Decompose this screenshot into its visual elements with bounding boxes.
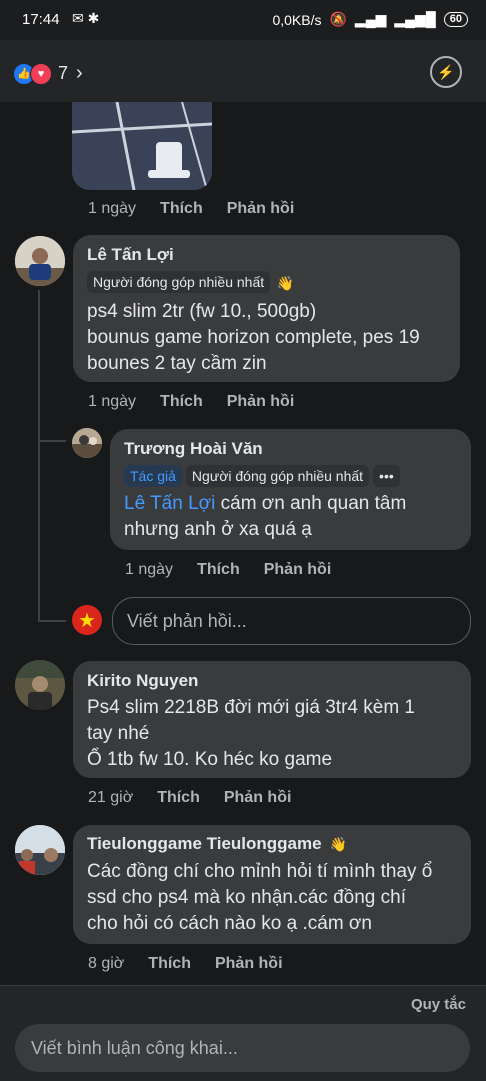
comment-placeholder: Viết bình luận công khai... xyxy=(31,1037,238,1058)
comment-bubble[interactable]: Lê Tấn Lợi Người đóng góp nhiều nhất 👋 p… xyxy=(73,235,460,382)
avatar[interactable] xyxy=(15,236,65,286)
commenter-name[interactable]: Tieulonggame Tieulonggame xyxy=(87,834,322,854)
thread-connector xyxy=(38,440,66,442)
avatar-image xyxy=(15,660,65,710)
image-content xyxy=(72,102,212,190)
top-contributor-badge: Người đóng góp nhiều nhất xyxy=(87,271,271,293)
author-badge: Tác giả xyxy=(124,465,182,487)
reply-bubble[interactable]: Trương Hoài Văn Tác giả Người đóng góp n… xyxy=(110,429,471,550)
reactions-summary[interactable]: 👍 ♥ 7 › xyxy=(13,62,83,85)
top-contributor-badge: Người đóng góp nhiều nhất xyxy=(185,465,370,487)
wave-icon: 👋 xyxy=(274,271,297,294)
like-button[interactable]: Thích xyxy=(197,561,240,579)
like-button[interactable]: Thích xyxy=(160,393,203,411)
comment-text-line: Ổ 1tb fw 10. Ko héc ko game xyxy=(87,749,333,770)
commenter-name[interactable]: Trương Hoài Văn xyxy=(124,439,263,459)
avatar[interactable] xyxy=(15,660,65,710)
comment-text-line: Ps4 slim 2218B đời mới giá 3tr4 kèm 1 xyxy=(87,697,415,718)
notification-icon: ✉ ✱ xyxy=(72,10,100,26)
comment-time: 1 ngày xyxy=(88,393,137,410)
comment-meta: 1 ngày Thích Phản hồi xyxy=(125,561,331,579)
more-icon[interactable]: ••• xyxy=(373,465,400,487)
comment-text-line: ps4 slim 2tr (fw 10., 500gb) xyxy=(87,301,317,322)
comment-input[interactable]: Viết bình luận công khai... xyxy=(15,1024,470,1072)
signal-icon: ▂▄▆ xyxy=(354,11,387,27)
status-bar: 17:44 ✉ ✱ 0,0KB/s 🔕 ▂▄▆ ▂▄▆█ 60 xyxy=(0,0,486,40)
comment-image-attachment[interactable] xyxy=(72,102,212,190)
mention-link[interactable]: Lê Tấn Lợi xyxy=(124,493,215,514)
like-button[interactable]: Thích xyxy=(160,200,203,218)
thread-connector xyxy=(38,620,66,622)
messenger-icon[interactable]: ⚡ xyxy=(430,56,462,88)
reply-button[interactable]: Phản hồi xyxy=(227,200,295,218)
comment-text-line: Các đồng chí cho mỉnh hỏi tí mình thay ổ xyxy=(87,861,433,882)
comment-text-line: tay nhé xyxy=(87,723,150,744)
like-button[interactable]: Thích xyxy=(148,955,191,973)
vietnam-flag-avatar-icon: ★ xyxy=(72,605,102,635)
avatar[interactable] xyxy=(15,825,65,875)
avatar-image xyxy=(15,825,65,875)
comment-text-line: bounus game horizon complete, pes 19 xyxy=(87,327,420,348)
reaction-count: 7 xyxy=(58,63,69,83)
comment-meta: 21 giờ Thích Phản hồi xyxy=(88,789,291,807)
like-button[interactable]: Thích xyxy=(157,789,200,807)
avatar-image xyxy=(72,428,102,458)
reply-button[interactable]: Phản hồi xyxy=(264,561,332,579)
reply-input[interactable]: Viết phản hồi... xyxy=(112,597,471,645)
reply-placeholder: Viết phản hồi... xyxy=(127,610,247,631)
status-time: 17:44 xyxy=(22,11,60,28)
comment-meta: 8 giờ Thích Phản hồi xyxy=(88,955,283,973)
thread-line xyxy=(38,290,40,620)
comment-bubble[interactable]: Tieulonggame Tieulonggame 👋 Các đồng chí… xyxy=(73,825,471,944)
comment-text-line: ssd cho ps4 mà ko nhận.các đồng chí xyxy=(87,887,406,908)
chevron-right-icon: › xyxy=(76,62,83,84)
avatar-image xyxy=(15,236,65,286)
reply-button[interactable]: Phản hồi xyxy=(227,393,295,411)
network-speed: 0,0KB/s xyxy=(272,11,322,28)
comment-time: 1 ngày xyxy=(88,200,137,217)
comment-bubble[interactable]: Kirito Nguyen Ps4 slim 2218B đời mới giá… xyxy=(73,661,471,778)
comment-meta: 1 ngày Thích Phản hồi xyxy=(88,200,294,218)
signal-4g-icon: ▂▄▆█ xyxy=(394,11,436,27)
comment-meta: 1 ngày Thích Phản hồi xyxy=(88,393,294,411)
rules-link[interactable]: Quy tắc xyxy=(411,996,466,1013)
mute-icon: 🔕 xyxy=(329,11,347,27)
reply-button[interactable]: Phản hồi xyxy=(215,955,283,973)
reply-text: cám ơn anh quan tâm xyxy=(215,493,407,514)
comment-text-line: bounes 2 tay cầm zin xyxy=(87,353,267,374)
comment-time: 21 giờ xyxy=(88,789,134,806)
commenter-name[interactable]: Lê Tấn Lợi xyxy=(87,245,174,265)
reply-text: nhưng anh ở xa quá ạ xyxy=(124,519,312,540)
wave-icon: 👋 xyxy=(327,833,350,855)
comment-time: 8 giờ xyxy=(88,955,125,972)
comment-time: 1 ngày xyxy=(125,561,174,578)
commenter-name[interactable]: Kirito Nguyen xyxy=(87,671,198,691)
reply-button[interactable]: Phản hồi xyxy=(224,789,292,807)
comment-text-line: cho hỏi có cách nào ko ạ .cám ơn xyxy=(87,913,372,934)
avatar[interactable] xyxy=(72,428,102,458)
love-reaction-icon: ♥ xyxy=(30,62,52,85)
battery-icon: 60 xyxy=(443,12,468,27)
